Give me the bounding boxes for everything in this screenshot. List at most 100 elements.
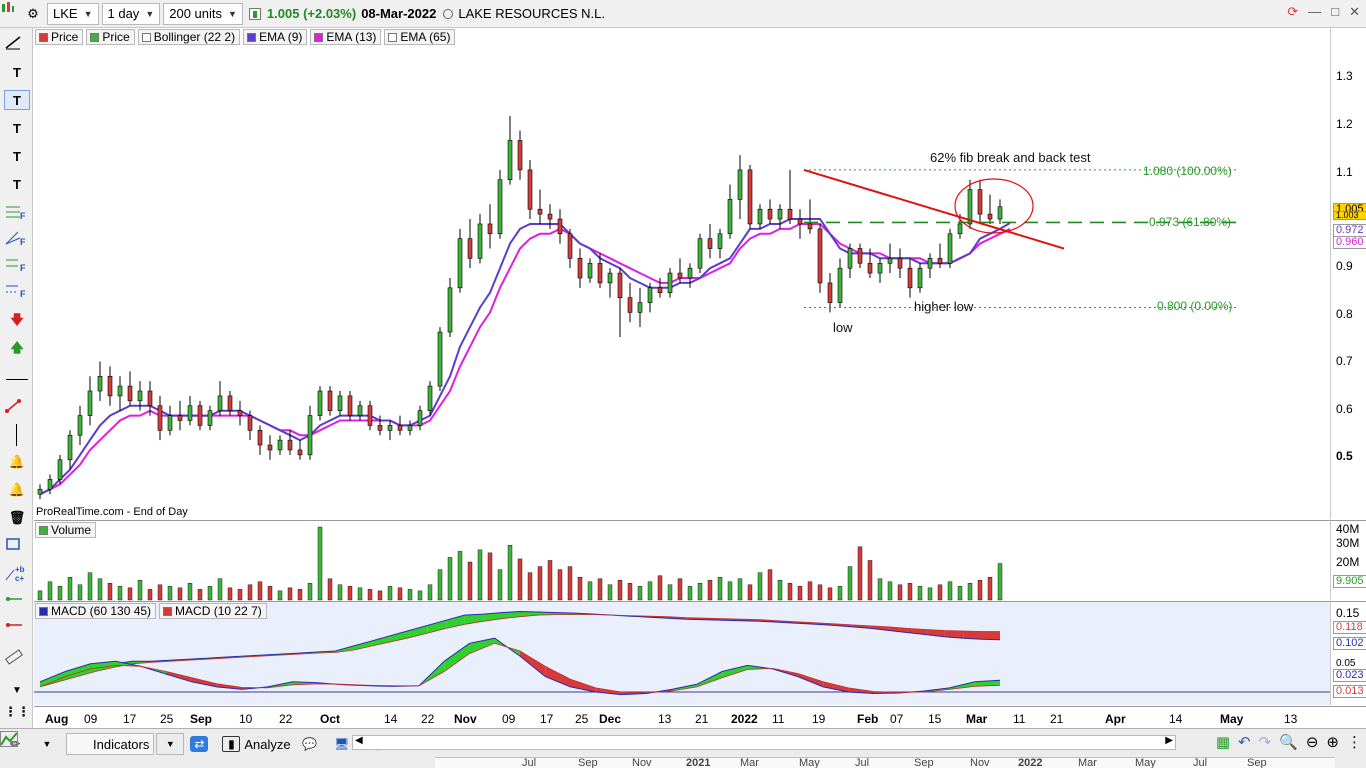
date-tick: 19 — [812, 712, 826, 726]
timeframe-selector[interactable]: 1 day ▼ — [101, 2, 161, 25]
sell-arrow-icon[interactable]: 🡇 — [4, 312, 30, 332]
zoom-out-icon[interactable]: ⊖ — [1306, 733, 1319, 751]
volume-bar — [577, 577, 583, 601]
candle-body — [957, 223, 963, 235]
refresh-icon[interactable]: ⟳ — [1287, 4, 1298, 20]
settings-gear-icon[interactable]: ⚙ — [22, 3, 44, 25]
macd-badge-slow: 0.102 — [1333, 637, 1366, 650]
vertical-line-tool-icon[interactable] — [16, 424, 17, 446]
legend-item-volume[interactable]: Volume — [35, 522, 97, 538]
legend-item-price-up[interactable]: Price — [86, 29, 135, 45]
trendline-tool-icon[interactable] — [4, 34, 30, 54]
timeframe-text: 1 day — [107, 6, 140, 21]
volume-chart[interactable] — [34, 521, 1330, 601]
chevron-down-icon: ▼ — [83, 8, 93, 19]
zoom-region-icon[interactable]: 🔍 — [1279, 733, 1298, 751]
more-tools-icon[interactable]: ⋮⋮ — [4, 702, 30, 722]
indicators-button[interactable]: Indicators — [0, 731, 155, 755]
text-box-tool-icon[interactable]: T — [4, 90, 30, 110]
price-axis[interactable]: 1.3 1.2 1.1 0.9 0.8 0.7 0.6 0.5 1.005 1.… — [1330, 28, 1366, 519]
navigator-label: Sep — [914, 757, 934, 768]
chart-scrollbar[interactable]: ◀ ▶ — [352, 735, 1176, 750]
annotation-higher-low[interactable]: higher low — [914, 299, 973, 314]
channel-tool-icon[interactable]: +b c+ — [4, 564, 30, 584]
text-tool-icon[interactable]: T — [4, 174, 30, 194]
candle-body — [347, 395, 353, 416]
symbol-text: LKE — [53, 6, 78, 21]
redo-icon[interactable]: ↷ — [1259, 733, 1272, 751]
alert-cross-icon[interactable]: 🔔 — [4, 480, 30, 500]
legend-item-macd-fast[interactable]: MACD (10 22 7) — [159, 603, 267, 619]
symbol-selector[interactable]: LKE ▼ — [47, 2, 99, 25]
comment-button[interactable]: 💬 — [297, 733, 327, 755]
minimize-icon[interactable]: — — [1308, 4, 1321, 20]
radio-icon[interactable] — [443, 8, 454, 19]
candle-body — [157, 405, 163, 431]
macd-fast-line — [39, 637, 1001, 696]
scroll-right-icon[interactable]: ▶ — [1165, 735, 1173, 746]
bottom-toolbar: ✏ ▼ Indicators ▼ ⇄ ▮ Analyze 💬 🖥 🔧 « ◀ ▶… — [0, 728, 1366, 768]
volume-axis[interactable]: 40M 30M 20M 9.905 — [1330, 520, 1366, 600]
candle-body — [47, 479, 53, 490]
legend-item-macd-slow[interactable]: MACD (60 130 45) — [35, 603, 157, 619]
maximize-icon[interactable]: □ — [1331, 4, 1339, 20]
candle-body — [187, 405, 193, 421]
legend-item-price-down[interactable]: Price — [35, 29, 84, 45]
macd-pane[interactable]: MACD (60 130 45) MACD (10 22 7) — [34, 601, 1330, 705]
legend-item-ema65[interactable]: EMA (65) — [384, 29, 456, 45]
legend-item-ema9[interactable]: EMA (9) — [243, 29, 308, 45]
overview-navigator[interactable]: Jul Sep Nov 2021 Mar May Jul Sep Nov 2022 Mar May Ju… — [435, 757, 1335, 768]
price-chart[interactable] — [34, 28, 1330, 519]
units-selector[interactable]: 200 units ▼ — [163, 2, 243, 25]
volume-bar — [417, 590, 423, 601]
scroll-left-icon[interactable]: ◀ — [355, 735, 363, 746]
annotation-title[interactable]: 62% fib break and back test — [930, 150, 1090, 165]
price-chart-pane[interactable]: Price Price Bollinger (22 2) EMA (9) EMA… — [34, 28, 1330, 519]
candle-body — [337, 395, 343, 411]
chart-type-icon[interactable] — [0, 2, 22, 25]
volume-bar — [997, 563, 1003, 601]
close-icon[interactable]: ✕ — [1349, 4, 1360, 20]
fibonacci-tool-icon[interactable]: F — [4, 204, 30, 224]
legend-item-ema13[interactable]: EMA (13) — [310, 29, 382, 45]
segment-tool-icon[interactable] — [4, 398, 30, 418]
ruler-icon[interactable] — [4, 648, 30, 668]
annotation-low[interactable]: low — [833, 320, 853, 335]
share-button[interactable]: ⇄ — [186, 733, 216, 755]
menu-dropdown[interactable]: ▼ — [34, 733, 64, 755]
scroll-down-icon[interactable]: ▼ — [4, 680, 30, 700]
candle-body — [227, 395, 233, 411]
macd-axis[interactable]: 0.15 0.118 0.102 0.05 0.023 0.013 — [1330, 601, 1366, 705]
zoom-in-icon[interactable]: ⊕ — [1326, 733, 1339, 751]
horizontal-line-tool-icon[interactable] — [6, 379, 28, 380]
indicators-dropdown[interactable]: ▼ — [156, 733, 185, 755]
horizontal-line-red-icon[interactable] — [4, 620, 30, 640]
date-axis[interactable]: Aug 09 17 25 Sep 10 22 Oct 14 22 Nov 09 17 25 Dec 13 21 2… — [34, 706, 1366, 728]
text-tool-icon[interactable]: T — [4, 118, 30, 138]
layout-icon[interactable]: ▦ — [1216, 733, 1230, 751]
horizontal-line-green-icon[interactable] — [4, 594, 30, 614]
text-tool-icon[interactable]: T — [4, 146, 30, 166]
text-tool-icon[interactable]: T — [4, 62, 30, 82]
alert-bell-icon[interactable]: 🔔 — [4, 452, 30, 472]
price-tick: 0.5 — [1336, 449, 1353, 463]
volume-bar — [157, 584, 163, 601]
more-icon[interactable]: ⋮ — [1347, 733, 1362, 751]
analyze-button[interactable]: ▮ Analyze — [218, 733, 294, 755]
delete-trash-icon[interactable]: 🗑 — [4, 508, 30, 528]
rectangle-tool-icon[interactable] — [4, 536, 30, 556]
fibonacci-time-tool-icon[interactable]: F — [4, 282, 30, 302]
zoom-controls: ▦ ↶ ↷ 🔍 ⊖ ⊕ ⋮ — [1216, 733, 1362, 751]
candle-body — [877, 262, 883, 274]
quote-icon[interactable] — [248, 7, 261, 20]
legend-item-bollinger[interactable]: Bollinger (22 2) — [137, 29, 241, 45]
volume-pane[interactable]: Volume — [34, 520, 1330, 601]
volume-bar — [947, 581, 953, 601]
fibonacci-arc-tool-icon[interactable]: F — [4, 256, 30, 276]
date-tick: 22 — [279, 712, 293, 726]
undo-icon[interactable]: ↶ — [1238, 733, 1251, 751]
macd-fast-signal-line — [39, 642, 1001, 694]
buy-arrow-icon[interactable]: 🡅 — [4, 340, 30, 360]
volume-bar — [67, 577, 73, 601]
fibonacci-fan-tool-icon[interactable]: F — [4, 230, 30, 250]
